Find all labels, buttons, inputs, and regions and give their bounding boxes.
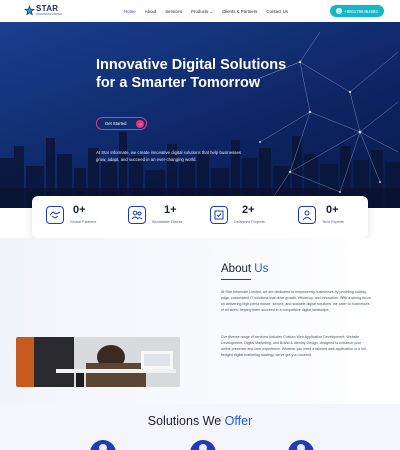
stat-label: Delivered Projects	[234, 220, 265, 224]
hero-title-line1: Innovative Digital Solutions	[96, 57, 287, 73]
brand-name: STAR	[36, 4, 59, 13]
nav-item-home[interactable]: Home	[124, 9, 136, 14]
stat-label: Tech Experts	[322, 220, 344, 224]
solution-icon	[297, 444, 305, 450]
hero-title: Innovative Digital Solutions for a Smart…	[96, 56, 356, 92]
nav-item-contact[interactable]: Contact Us	[266, 9, 288, 14]
phone-icon: ✆	[336, 8, 343, 14]
nav-item-products[interactable]: Products ⌄	[191, 9, 213, 14]
solutions-heading-accent: Offer	[224, 414, 253, 428]
about-heading-underline	[221, 279, 251, 280]
hero-description: At Star Informate, we create innovative …	[96, 150, 241, 162]
network-lines-decoration	[249, 31, 399, 203]
nav-item-products-label: Products	[191, 8, 209, 14]
solution-icon	[199, 444, 207, 450]
nav-item-clients-partners[interactable]: Clients & Partners	[222, 9, 257, 14]
nav-item-about[interactable]: About	[145, 9, 156, 14]
solutions-heading-text: Solutions We	[147, 414, 222, 428]
project-icon	[210, 206, 228, 224]
about-paragraph-2: Our diverse range of services includes C…	[221, 335, 367, 357]
solutions-heading: Solutions We Offer	[0, 414, 400, 428]
stat-value: 0+	[326, 204, 339, 216]
stat-value: 2+	[242, 204, 255, 216]
expert-icon	[298, 206, 316, 224]
stat-label: Global Partners	[70, 220, 97, 224]
handshake-icon	[46, 206, 64, 224]
users-icon	[128, 206, 146, 224]
hero-section: Innovative Digital Solutions for a Smart…	[0, 22, 400, 208]
brand-tagline: INFORMATE LIMITED	[36, 13, 63, 16]
about-heading: About Us	[221, 263, 268, 275]
solution-icon	[99, 444, 107, 450]
arrow-right-icon: →	[136, 120, 144, 128]
phone-number: +8801796464883	[344, 8, 378, 14]
stats-card: 0+ Global Partners 1+ Worldwide Clients …	[32, 196, 368, 238]
stat-value: 0+	[73, 204, 86, 216]
about-heading-accent: Us	[254, 263, 269, 275]
phone-button[interactable]: ✆ +8801796464883	[330, 5, 384, 17]
star-logo-icon	[24, 5, 35, 16]
about-heading-text: About	[221, 263, 252, 275]
hero-title-line2: for a Smarter Tomorrow	[96, 75, 261, 91]
stat-label: Worldwide Clients	[152, 220, 183, 224]
top-navbar: STAR INFORMATE LIMITED Home About Servic…	[0, 0, 400, 22]
get-started-label: Get Started	[105, 121, 127, 126]
get-started-button[interactable]: Get Started →	[96, 117, 147, 130]
about-paragraph-1: At Star Informate Limited, we are dedica…	[221, 290, 371, 312]
brand-logo[interactable]: STAR INFORMATE LIMITED	[24, 4, 62, 18]
office-photo	[16, 337, 180, 387]
chevron-down-icon: ⌄	[209, 8, 213, 14]
stat-value: 1+	[164, 204, 177, 216]
main-menu: Home About Services Products ⌄ Clients &…	[124, 0, 297, 22]
nav-item-services[interactable]: Services	[165, 9, 182, 14]
